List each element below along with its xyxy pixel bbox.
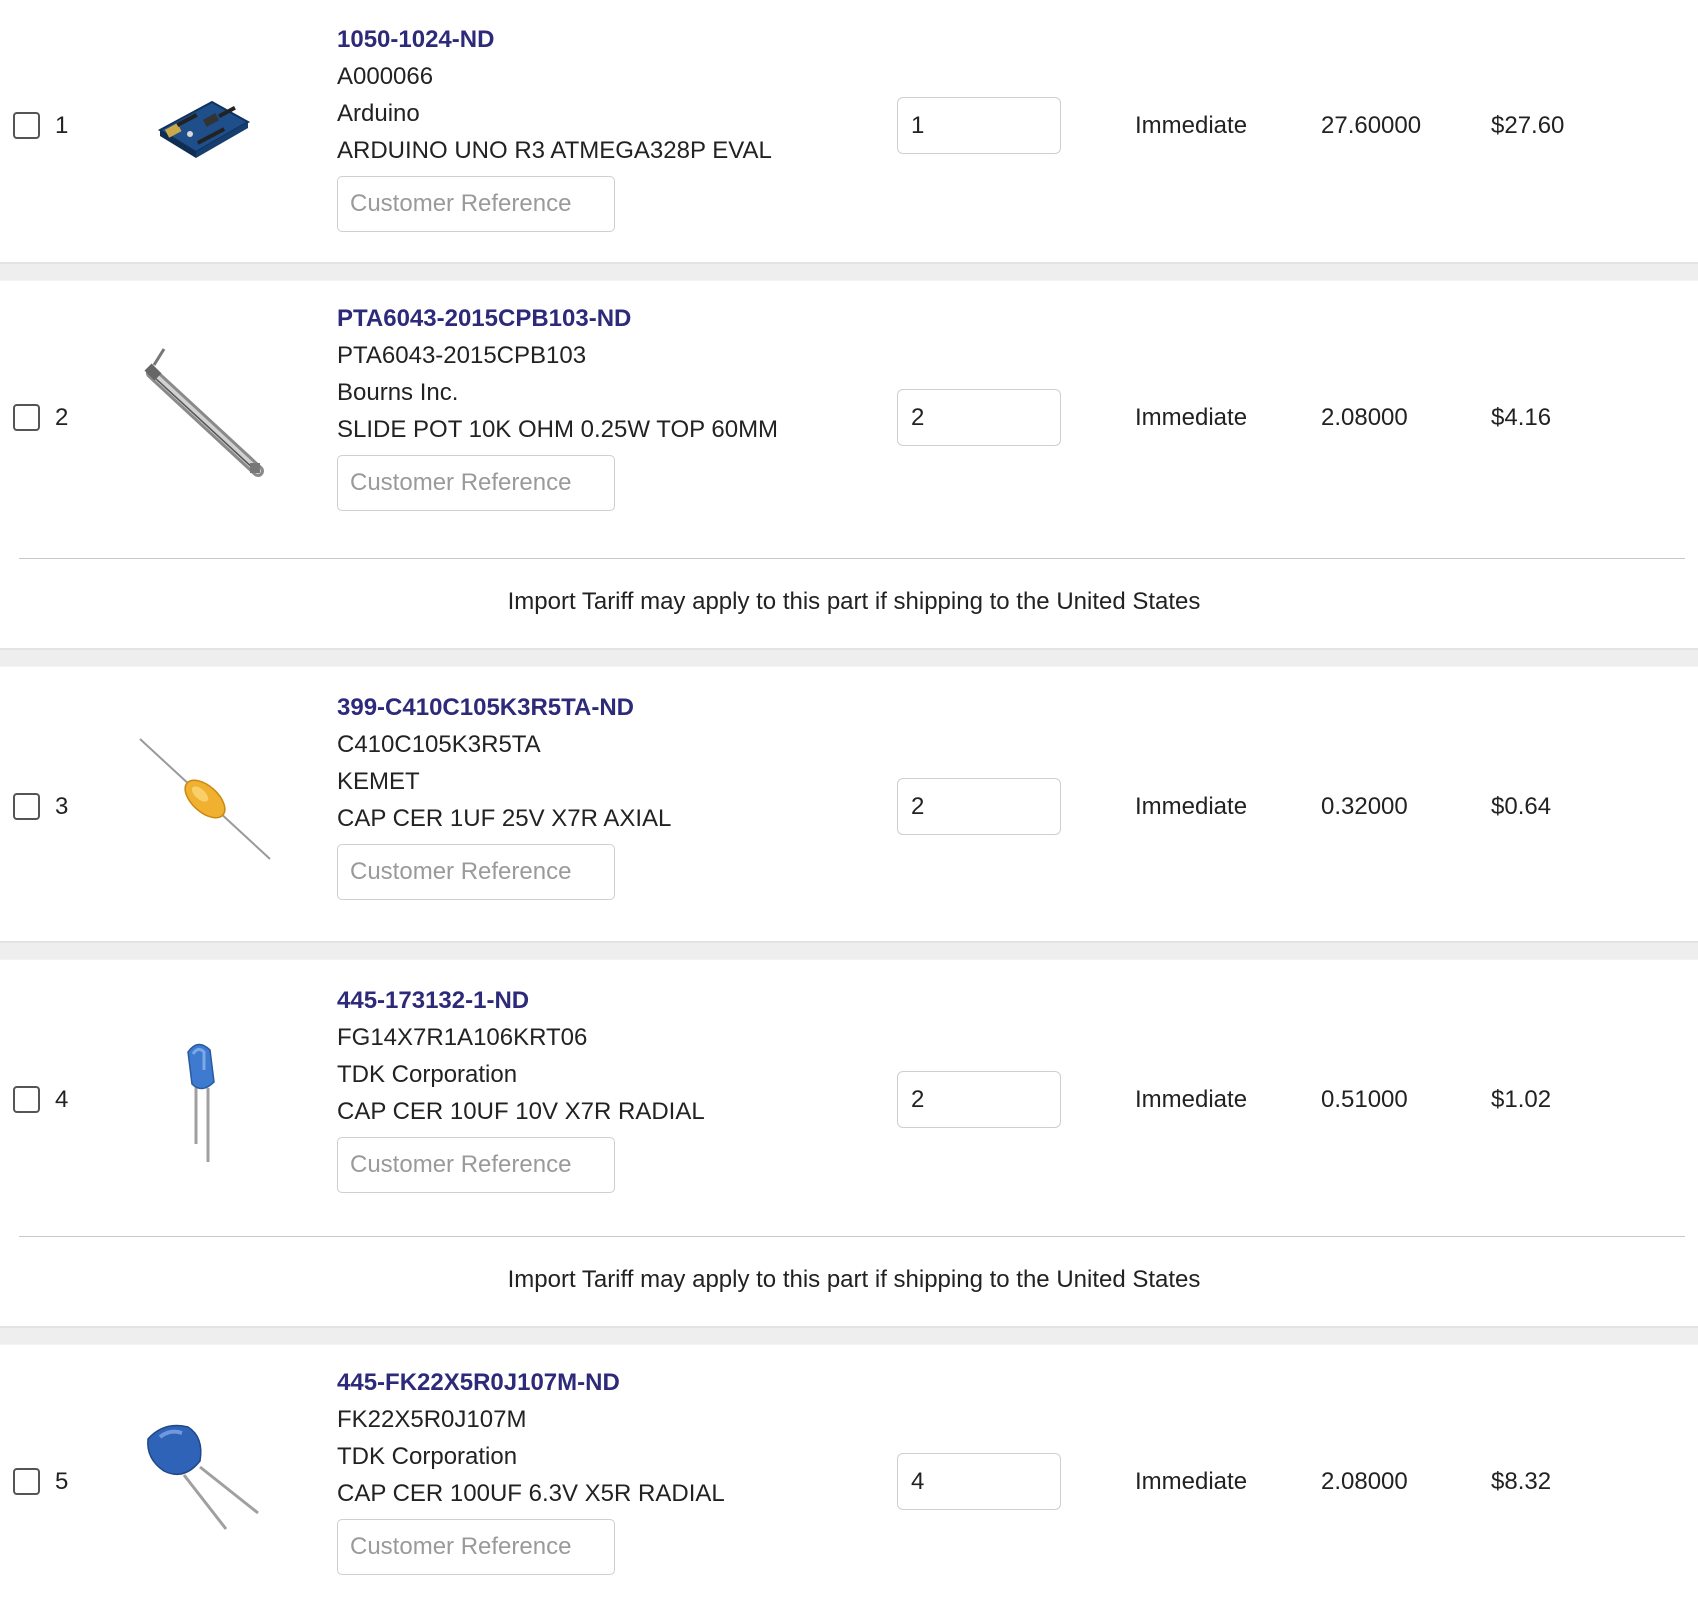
radial-capacitor-large-icon [130, 1405, 280, 1555]
customer-reference-input[interactable] [337, 455, 615, 511]
tariff-notice-text: Import Tariff may apply to this part if … [507, 1266, 1201, 1293]
cart-line-main: 1 1050-1024-ND A000066 Arduino ARDUINO U… [0, 0, 1698, 262]
manufacturer-part-number: FK22X5R0J107M [337, 1406, 527, 1433]
part-description: SLIDE POT 10K OHM 0.25W TOP 60MM [337, 416, 779, 443]
unit-price: 0.51000 [1321, 1086, 1408, 1113]
part-description: CAP CER 1UF 25V X7R AXIAL [337, 805, 672, 832]
item-separator [0, 1326, 1698, 1345]
part-number-link[interactable]: 445-173132-1-ND [337, 982, 705, 1019]
item-separator [0, 648, 1698, 667]
item-separator [0, 941, 1698, 960]
cart-line-main: 4 445-173132-1-ND FG14X7R1A106KRT06 TDK … [0, 960, 1698, 1236]
part-description: CAP CER 10UF 10V X7R RADIAL [337, 1098, 705, 1125]
cart-line-main: 5 445-FK22X5R0J107M-ND FK22X5R0J107M TDK… [0, 1345, 1698, 1615]
line-number: 4 [55, 1086, 69, 1113]
cart-line-item: 1 1050-1024-ND A000066 Arduino ARDUINO U… [0, 0, 1698, 262]
availability-text: Immediate [1135, 1086, 1248, 1113]
manufacturer-name: Arduino [337, 100, 420, 127]
line-number: 2 [55, 404, 69, 431]
line-number: 1 [55, 112, 69, 139]
manufacturer-name: TDK Corporation [337, 1443, 518, 1470]
line-select-checkbox[interactable] [13, 404, 40, 431]
availability-text: Immediate [1135, 1468, 1248, 1495]
line-number: 3 [55, 793, 69, 820]
extended-price: $4.16 [1491, 404, 1552, 431]
cart-line-item: 2 PTA6043-2015CPB103-ND PTA6043-2015CPB1… [0, 281, 1698, 648]
line-select-checkbox[interactable] [13, 793, 40, 820]
manufacturer-part-number: C410C105K3R5TA [337, 731, 541, 758]
unit-price: 0.32000 [1321, 793, 1408, 820]
line-number: 5 [55, 1468, 69, 1495]
manufacturer-name: Bourns Inc. [337, 379, 459, 406]
unit-price: 2.08000 [1321, 1468, 1408, 1495]
cart-line-item: 4 445-173132-1-ND FG14X7R1A106KRT06 TDK … [0, 960, 1698, 1326]
part-number-link[interactable]: 445-FK22X5R0J107M-ND [337, 1364, 725, 1401]
extended-price: $0.64 [1491, 793, 1552, 820]
cart-line-main: 3 399-C410C105K3R5TA-ND C410C105K3R5TA K… [0, 667, 1698, 941]
arduino-board-icon [130, 50, 280, 200]
cart-line-item: 5 445-FK22X5R0J107M-ND FK22X5R0J107M TDK… [0, 1345, 1698, 1615]
quantity-input[interactable] [897, 389, 1061, 446]
part-details: 445-FK22X5R0J107M-ND FK22X5R0J107M TDK C… [337, 1364, 725, 1575]
part-details: 399-C410C105K3R5TA-ND C410C105K3R5TA KEM… [337, 689, 671, 900]
line-select-checkbox[interactable] [13, 1086, 40, 1113]
tariff-divider [19, 558, 1685, 559]
customer-reference-input[interactable] [337, 844, 615, 900]
manufacturer-part-number: FG14X7R1A106KRT06 [337, 1024, 588, 1051]
availability-text: Immediate [1135, 404, 1248, 431]
cart-items-list: 1 1050-1024-ND A000066 Arduino ARDUINO U… [0, 0, 1698, 1615]
extended-price: $1.02 [1491, 1086, 1552, 1113]
tariff-notice-text: Import Tariff may apply to this part if … [507, 588, 1201, 615]
quantity-input[interactable] [897, 97, 1061, 154]
manufacturer-part-number: A000066 [337, 63, 434, 90]
line-select-checkbox[interactable] [13, 1468, 40, 1495]
quantity-input[interactable] [897, 1453, 1061, 1510]
manufacturer-part-number: PTA6043-2015CPB103 [337, 342, 587, 369]
part-number-link[interactable]: 1050-1024-ND [337, 21, 772, 58]
tariff-notice: Import Tariff may apply to this part if … [0, 1236, 1698, 1326]
part-description: ARDUINO UNO R3 ATMEGA328P EVAL [337, 137, 772, 164]
radial-capacitor-icon [130, 1024, 280, 1174]
cart-line-main: 2 PTA6043-2015CPB103-ND PTA6043-2015CPB1… [0, 281, 1698, 558]
customer-reference-input[interactable] [337, 176, 615, 232]
part-description: CAP CER 100UF 6.3V X5R RADIAL [337, 1480, 725, 1507]
manufacturer-name: TDK Corporation [337, 1061, 518, 1088]
manufacturer-name: KEMET [337, 768, 420, 795]
availability-text: Immediate [1135, 112, 1248, 139]
unit-price: 27.60000 [1321, 112, 1422, 139]
availability-text: Immediate [1135, 793, 1248, 820]
part-details: 445-173132-1-ND FG14X7R1A106KRT06 TDK Co… [337, 982, 705, 1193]
part-number-link[interactable]: 399-C410C105K3R5TA-ND [337, 689, 671, 726]
quantity-input[interactable] [897, 778, 1061, 835]
customer-reference-input[interactable] [337, 1137, 615, 1193]
axial-capacitor-icon [130, 731, 280, 881]
tariff-notice: Import Tariff may apply to this part if … [0, 558, 1698, 648]
extended-price: $27.60 [1491, 112, 1565, 139]
part-number-link[interactable]: PTA6043-2015CPB103-ND [337, 300, 778, 337]
part-details: PTA6043-2015CPB103-ND PTA6043-2015CPB103… [337, 300, 778, 511]
tariff-divider [19, 1236, 1685, 1237]
quantity-input[interactable] [897, 1071, 1061, 1128]
unit-price: 2.08000 [1321, 404, 1408, 431]
extended-price: $8.32 [1491, 1468, 1552, 1495]
line-select-checkbox[interactable] [13, 112, 40, 139]
customer-reference-input[interactable] [337, 1519, 615, 1575]
slide-potentiometer-icon [130, 343, 280, 493]
item-separator [0, 262, 1698, 281]
cart-line-item: 3 399-C410C105K3R5TA-ND C410C105K3R5TA K… [0, 667, 1698, 941]
part-details: 1050-1024-ND A000066 Arduino ARDUINO UNO… [337, 21, 772, 232]
